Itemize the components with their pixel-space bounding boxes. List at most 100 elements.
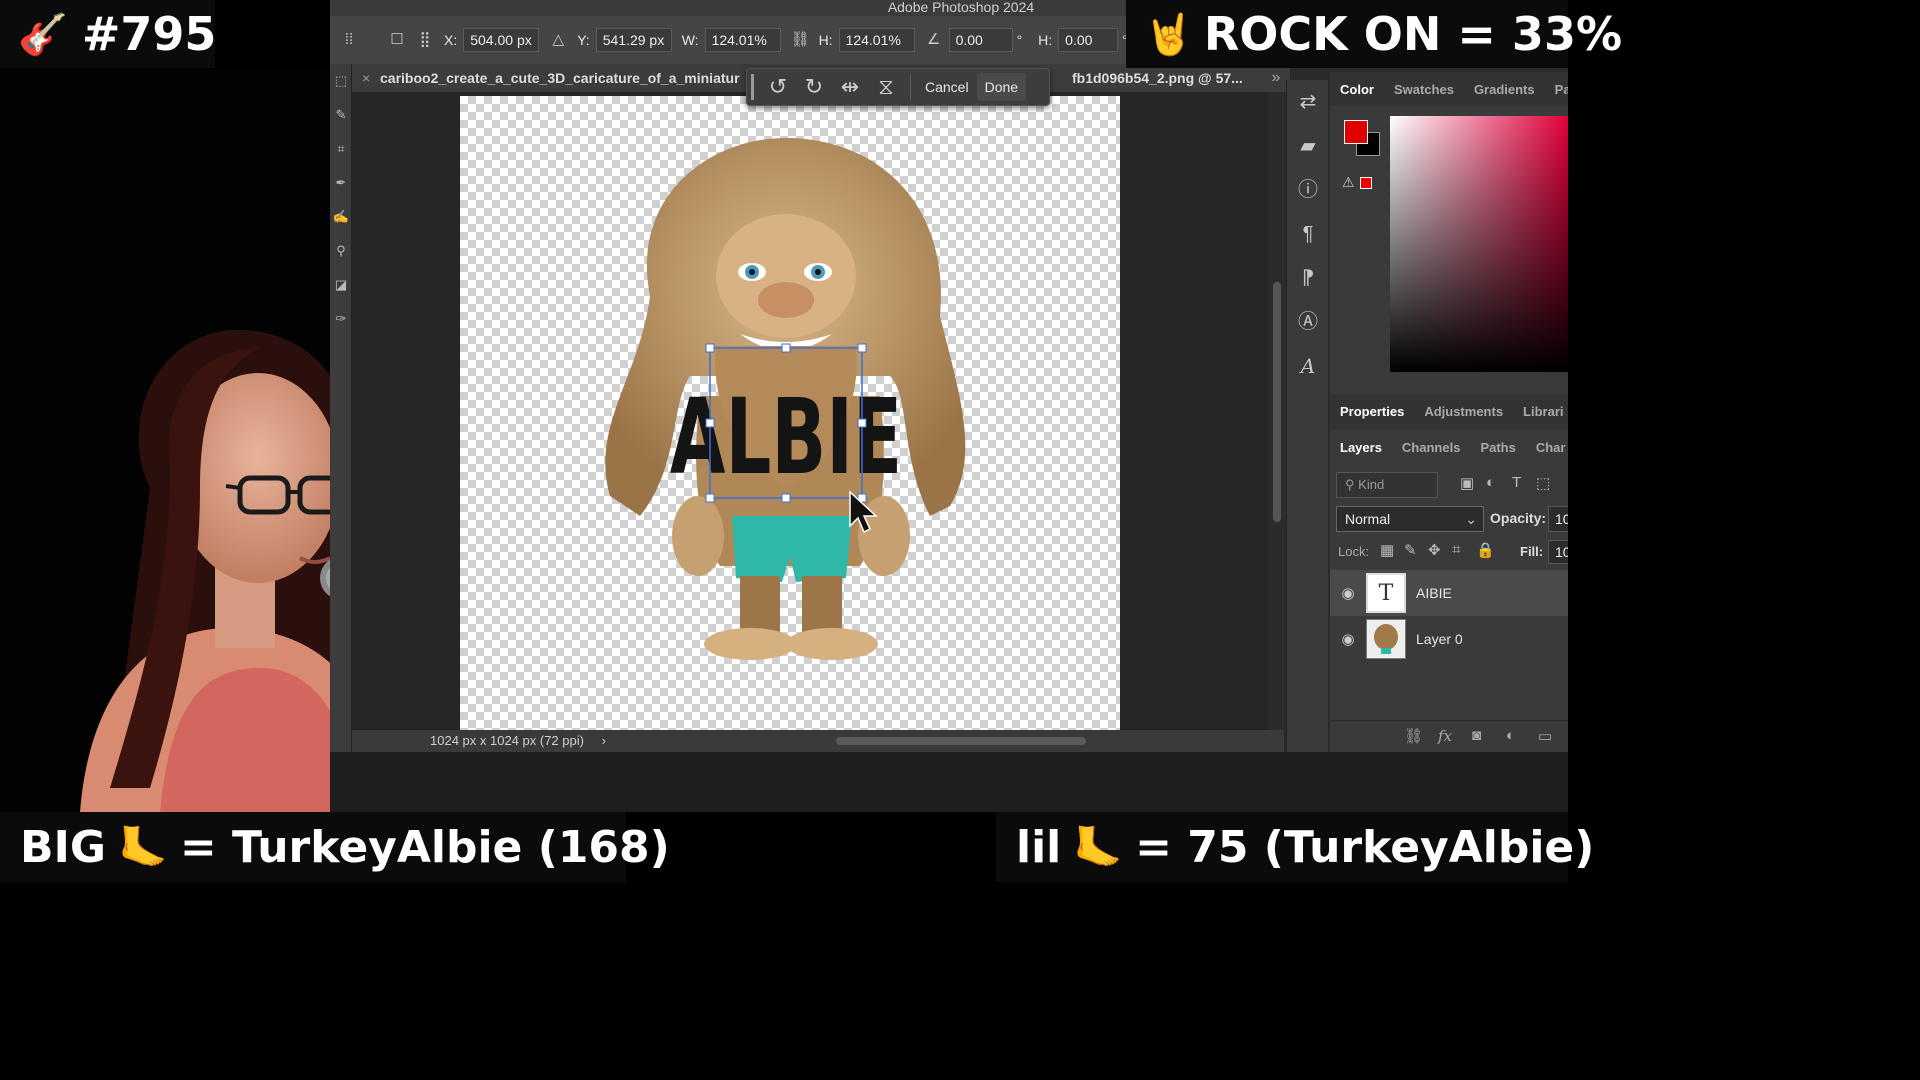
link-layers-icon[interactable]: ⛓ [1404,727,1423,745]
transform-toolbar: ↺ ↻ ⇹ ⧖ Cancel Done [746,68,1050,106]
lock-transparency-icon[interactable]: ▦ [1380,541,1394,559]
episode-badge: 🎸 #795 [0,0,216,68]
reference-point-icon[interactable]: ⁞⁞ [340,31,358,49]
cancel-button[interactable]: Cancel [917,73,977,101]
eyedropper-tool-icon[interactable]: ✒ [330,166,352,200]
link-icon[interactable]: ⛓ [791,31,810,49]
gamut-correction-swatch[interactable] [1360,177,1372,189]
crop-tool-icon[interactable]: ⌗ [330,132,352,166]
history-icon[interactable]: ⇄ [1287,80,1329,124]
color-picker-field[interactable] [1390,116,1568,372]
blend-mode-select[interactable]: Normal ⌄ [1336,506,1484,532]
fill-field[interactable]: 100 [1548,540,1568,564]
height-field[interactable]: 124.01% [838,28,915,52]
foreground-color-swatch[interactable] [1344,120,1368,144]
angle-icon: ∠ [926,31,941,48]
width-field[interactable]: 124.01% [704,28,781,52]
tab-color[interactable]: Color [1330,82,1384,97]
rotate-right-icon[interactable]: ↻ [796,70,832,104]
delta-icon[interactable]: △ [549,31,567,49]
new-group-icon[interactable]: ▭ [1538,727,1552,745]
layer-filter-kind[interactable]: ⚲ Kind [1336,472,1438,498]
marquee-tool-icon[interactable]: ⬚ [330,64,352,98]
filter-type-icon[interactable]: T [1512,474,1521,491]
vertical-scroll-thumb[interactable] [1273,282,1281,522]
tab-channels[interactable]: Channels [1392,440,1471,455]
tool-bar: ⬚ ✎ ⌗ ✒ ✍ ⚲ ◪ ✑ [330,64,352,764]
lil-foot-label: lil [1016,821,1062,873]
transform-bar-grip[interactable] [751,74,754,100]
flip-horizontal-icon[interactable]: ⇹ [832,70,868,104]
horizontal-scroll-thumb[interactable] [836,737,1086,745]
layer-row[interactable]: ◉ T AIBIE [1330,570,1568,616]
y-field[interactable]: 541.29 px [595,28,672,52]
glyphs-icon[interactable]: A [1287,344,1329,388]
vertical-scrollbar[interactable] [1270,92,1284,730]
tab-layers[interactable]: Layers [1330,440,1392,455]
rock-hand-icon: 🤘 [1144,11,1194,58]
chevron-down-icon: ⌄ [1465,511,1477,527]
lil-foot-badge: lil 🦶 = 75 (TurkeyAlbie) [996,812,1594,882]
canvas-text-albie: ALBIE [670,378,902,499]
info-icon[interactable]: ⓘ [1287,168,1329,212]
angle-field[interactable]: 0.00 [948,28,1013,52]
document-size: 1024 px x 1024 px (72 ppi) [430,733,584,748]
rock-on-badge: 🤘 ROCK ON = 33% [1126,0,1622,68]
lock-all-icon[interactable]: 🔒 [1476,541,1495,559]
layer-name[interactable]: Layer 0 [1416,631,1463,647]
tab-swatches[interactable]: Swatches [1384,82,1464,97]
eye-icon[interactable]: ◉ [1330,584,1366,602]
layer-style-icon[interactable]: fx [1438,727,1452,745]
layer-row[interactable]: ◉ Layer 0 [1330,616,1568,662]
filter-shape-icon[interactable]: ⬚ [1536,474,1550,492]
lock-artboard-icon[interactable]: ⌗ [1452,541,1460,558]
done-button[interactable]: Done [976,73,1027,101]
document-tab-title: cariboo2_create_a_cute_3D_caricature_of_… [380,70,740,86]
opacity-label: Opacity: [1490,510,1547,526]
fill-label: Fill: [1520,544,1544,559]
canvas-area[interactable]: ALBIE [352,92,1268,730]
layer-name[interactable]: AIBIE [1416,585,1452,601]
image-layer-thumbnail [1366,619,1406,659]
hskew-label: H: [1038,32,1053,48]
opacity-field[interactable]: 100 [1548,506,1568,532]
lasso-tool-icon[interactable]: ✎ [330,98,352,132]
tab-libraries[interactable]: Librari [1513,404,1568,419]
add-mask-icon[interactable]: ◙ [1472,727,1481,744]
tab-properties[interactable]: Properties [1330,404,1414,419]
comments-icon[interactable]: ▰ [1287,124,1329,168]
character-styles-icon[interactable]: Ⓐ [1287,300,1329,344]
eraser-tool-icon[interactable]: ◪ [330,268,352,302]
status-arrow-icon[interactable]: › [602,733,606,748]
reference-grid-icon[interactable]: ⣿ [416,31,434,49]
rotate-left-icon[interactable]: ↺ [760,70,796,104]
filter-image-icon[interactable]: ▣ [1460,474,1474,492]
big-foot-badge: BIG 🦶 = TurkeyAlbie (168) [0,812,670,882]
paragraph-icon[interactable]: ¶ [1287,212,1329,256]
stamp-tool-icon[interactable]: ⚲ [330,234,352,268]
panel-dock-icons: ⇄ ▰ ⓘ ¶ ⁋ Ⓐ A [1286,80,1328,752]
photoshop-window: Adobe Photoshop 2024 ⁞⁞ ☐ ⣿ X: 504.00 px… [330,0,1568,812]
brush-tool-icon[interactable]: ✍ [330,200,352,234]
tab-paths[interactable]: Paths [1470,440,1525,455]
document-canvas[interactable]: ALBIE [460,96,1120,730]
checkbox-reference[interactable]: ☐ [388,31,406,49]
tab-adjustments[interactable]: Adjustments [1414,404,1513,419]
paragraph-styles-icon[interactable]: ⁋ [1287,256,1329,300]
lock-pixels-icon[interactable]: ✎ [1404,541,1417,559]
rock-on-text: ROCK ON = 33% [1203,7,1623,61]
lock-label: Lock: [1338,544,1370,559]
tab-patterns[interactable]: Pa [1545,82,1568,97]
hskew-field[interactable]: 0.00 [1058,28,1119,52]
adjustment-layer-icon[interactable]: ◐ [1506,727,1515,744]
filter-adjustment-icon[interactable]: ◐ [1486,474,1495,491]
character-shorts [732,516,852,582]
eye-icon[interactable]: ◉ [1330,630,1366,648]
lock-position-icon[interactable]: ✥ [1428,541,1441,559]
tab-gradients[interactable]: Gradients [1464,82,1545,97]
tab-character[interactable]: Char [1526,440,1568,455]
pen-tool-icon[interactable]: ✑ [330,302,352,336]
flip-vertical-icon[interactable]: ⧖ [868,70,904,104]
x-field[interactable]: 504.00 px [463,28,540,52]
tab-close-icon[interactable]: × [362,64,370,92]
